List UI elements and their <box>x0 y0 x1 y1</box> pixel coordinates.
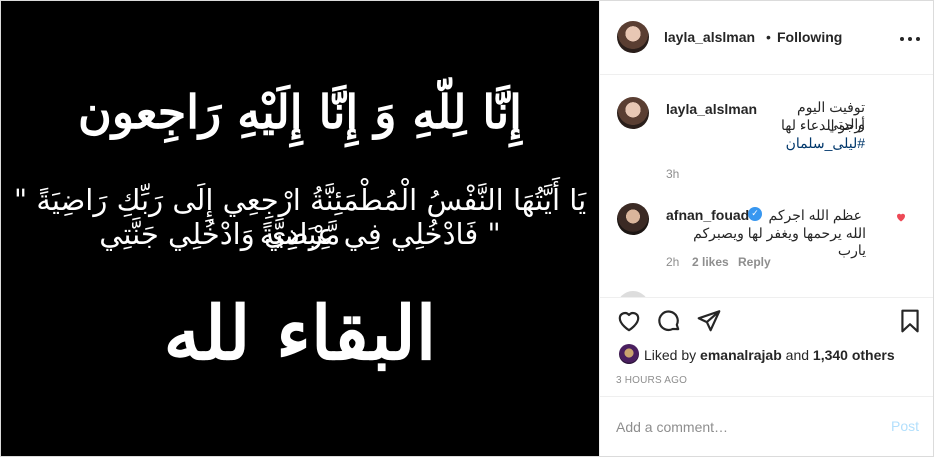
liked-by-prefix: Liked by <box>644 347 697 363</box>
comment-liked-heart-icon[interactable] <box>895 211 907 223</box>
comment-time[interactable]: 2h <box>666 255 679 269</box>
commenter-username[interactable]: afnan_fouad <box>666 207 749 223</box>
header-separator: • <box>766 29 771 45</box>
caption-username[interactable]: layla_alslman <box>666 101 757 117</box>
post-image[interactable]: إِنَّا لِلّهِ وَ إِنَّا إِلَيْهِ رَاجِعو… <box>1 1 599 456</box>
liked-by-joiner: and <box>785 347 810 363</box>
post-header: layla_alslman • Following <box>600 1 933 75</box>
post-side-panel: layla_alslman • Following layla_alslman … <box>599 1 933 456</box>
image-text-line-1: إِنَّا لِلّهِ وَ إِنَّا إِلَيْهِ رَاجِعو… <box>78 85 522 139</box>
comment-text-line-2: الله يرحمها ويغفر لها ويصبركم يارب <box>693 225 866 258</box>
caption-text-line-2: أرجو الدعاء لها <box>780 117 865 133</box>
more-options-icon[interactable] <box>900 36 920 42</box>
caption-time[interactable]: 3h <box>666 167 679 181</box>
author-username[interactable]: layla_alslman <box>664 29 755 45</box>
comment-input[interactable] <box>616 417 866 437</box>
liker-avatar[interactable] <box>619 344 639 364</box>
post-frame: إِنَّا لِلّهِ وَ إِنَّا إِلَيْهِ رَاجِعو… <box>0 0 934 457</box>
save-bookmark-icon[interactable] <box>897 308 923 334</box>
author-avatar[interactable] <box>617 21 649 53</box>
liked-by-row: Liked by emanalrajab and 1,340 others <box>600 341 933 367</box>
liker-username[interactable]: emanalrajab <box>700 347 782 363</box>
comment-likes-count[interactable]: 2 likes <box>692 255 729 269</box>
post-comment-button[interactable]: Post <box>891 418 919 434</box>
likes-others-count[interactable]: 1,340 others <box>813 347 895 363</box>
comments-list[interactable]: layla_alslman توفيت اليوم والدتي أرجو ال… <box>600 75 933 298</box>
caption-avatar[interactable] <box>617 97 649 129</box>
post-timestamp[interactable]: 3 HOURS AGO <box>616 375 687 386</box>
commenter-avatar[interactable] <box>617 203 649 235</box>
share-paper-plane-icon[interactable] <box>696 308 722 334</box>
verified-badge-icon: ✓ <box>748 207 762 221</box>
image-text-line-4: البقاء لله <box>163 291 437 377</box>
liked-by-text: Liked by emanalrajab and 1,340 others <box>644 347 895 363</box>
add-comment-section: Post <box>600 396 933 456</box>
comment-reply-button[interactable]: Reply <box>738 255 771 269</box>
next-comment-avatar[interactable] <box>617 291 649 297</box>
like-heart-icon[interactable] <box>616 308 642 334</box>
following-button[interactable]: Following <box>777 29 842 45</box>
caption-hashtag-link[interactable]: #ليلى_سلمان <box>760 135 865 152</box>
action-bar <box>600 298 933 338</box>
image-text-line-3: فَادْخُلِي فِي عِبَادِي وَادْخُلِي جَنَّ… <box>99 217 501 251</box>
comment-bubble-icon[interactable] <box>656 308 682 334</box>
